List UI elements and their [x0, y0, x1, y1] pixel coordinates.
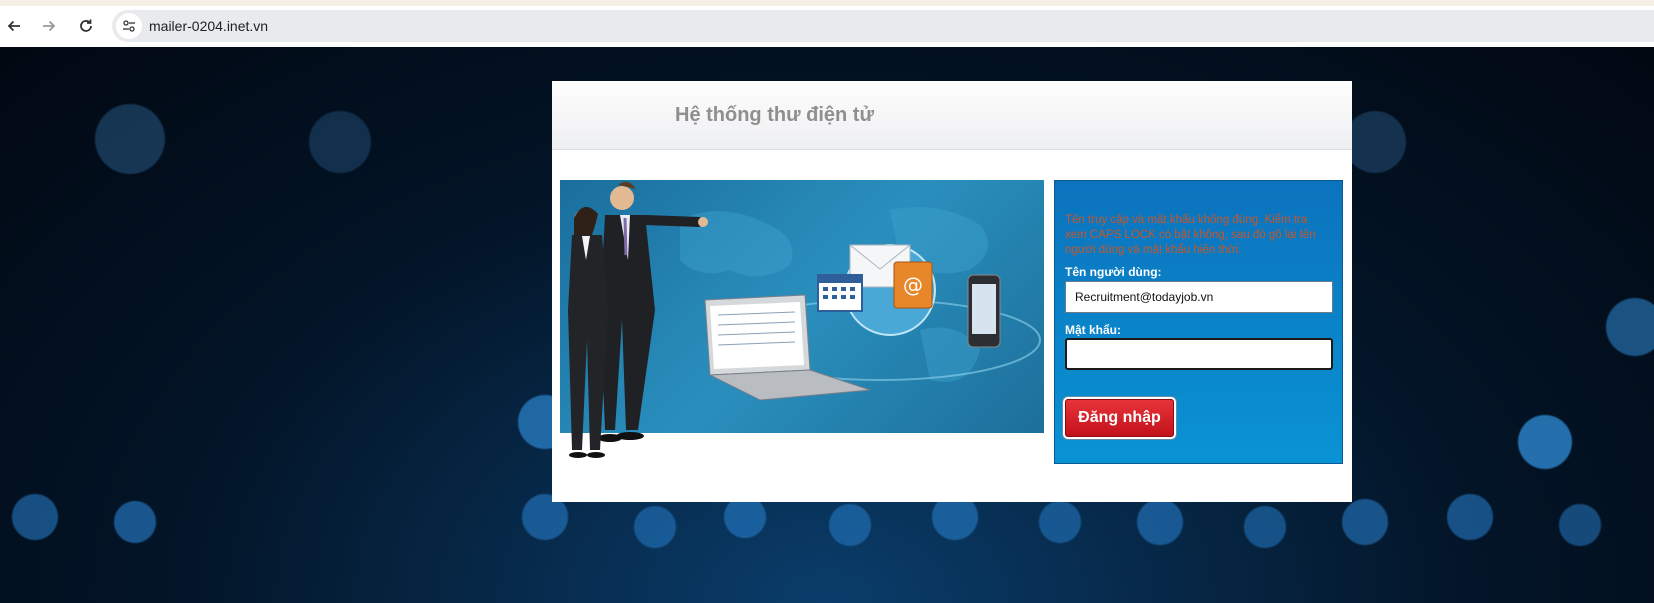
calendar-icon — [817, 274, 863, 312]
business-people-icon — [568, 181, 708, 458]
browser-toolbar: mailer-0204.inet.vn — [0, 0, 1654, 47]
address-bar[interactable]: mailer-0204.inet.vn — [112, 10, 1654, 42]
username-input[interactable] — [1065, 281, 1333, 313]
forward-arrow-icon[interactable] — [35, 12, 63, 40]
password-input[interactable] — [1065, 338, 1333, 370]
login-form: Tên truy cập và mật khẩu không đúng. Kiể… — [1054, 180, 1343, 464]
email-system-illustration: @ — [560, 180, 1044, 458]
panel-header: Hệ thống thư điện tử — [552, 81, 1352, 150]
page-title: Hệ thống thư điện tử — [675, 104, 874, 126]
phone-icon — [967, 274, 1001, 348]
address-book-icon: @ — [893, 261, 933, 309]
username-label: Tên người dùng: — [1065, 265, 1162, 279]
reload-icon[interactable] — [72, 12, 100, 40]
back-arrow-icon[interactable] — [0, 12, 28, 40]
login-error-message: Tên truy cập và mật khẩu không đúng. Kiể… — [1065, 214, 1316, 256]
svg-text:@: @ — [903, 273, 923, 297]
login-panel: Hệ thống thư điện tử @ Tên truy cập và m… — [552, 81, 1352, 502]
login-button[interactable]: Đăng nhập — [1065, 399, 1174, 437]
site-info-icon[interactable] — [116, 13, 142, 39]
url-text[interactable]: mailer-0204.inet.vn — [149, 18, 268, 34]
password-label: Mật khẩu: — [1065, 323, 1122, 337]
